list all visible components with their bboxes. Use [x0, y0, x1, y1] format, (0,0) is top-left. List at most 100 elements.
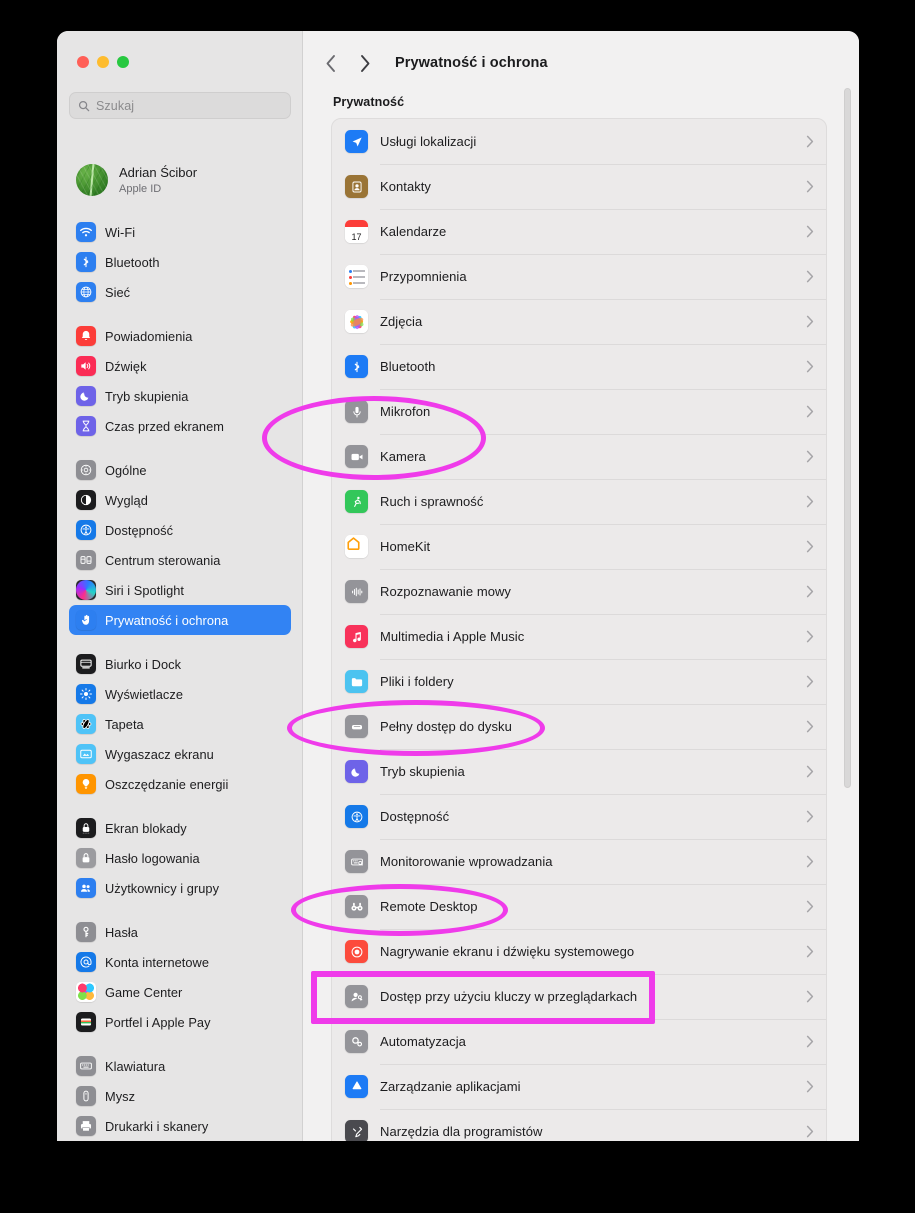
privacy-row[interactable]: Pełny dostęp do dysku [332, 704, 826, 749]
speaker-icon [76, 356, 96, 376]
sidebar-item-tryb-skupienia[interactable]: Tryb skupienia [69, 381, 291, 411]
lightbulb-icon [76, 774, 96, 794]
sidebar-item-game-center[interactable]: Game Center [69, 977, 291, 1007]
sidebar-item-bluetooth[interactable]: Bluetooth [69, 247, 291, 277]
privacy-row[interactable]: Przypomnienia [332, 254, 826, 299]
sidebar-item-hasło-logowania[interactable]: Hasło logowania [69, 843, 291, 873]
privacy-row[interactable]: Usługi lokalizacji [332, 119, 826, 164]
privacy-row[interactable]: Mikrofon [332, 389, 826, 434]
privacy-row[interactable]: Multimedia i Apple Music [332, 614, 826, 659]
sidebar-item-hasła[interactable]: Hasła [69, 917, 291, 947]
privacy-row-label: Dostęp przy użyciu kluczy w przeglądarka… [380, 989, 638, 1004]
privacy-row[interactable]: Tryb skupienia [332, 749, 826, 794]
sidebar-item-powiadomienia[interactable]: Powiadomienia [69, 321, 291, 351]
sidebar-item-biurko-i-dock[interactable]: Biurko i Dock [69, 649, 291, 679]
sidebar-group-separator [69, 307, 291, 321]
chevron-right-icon [806, 1125, 814, 1138]
privacy-row[interactable]: Dostępność [332, 794, 826, 839]
sidebar-item-prywatność-i-ochrona[interactable]: Prywatność i ochrona [69, 605, 291, 635]
automation-icon [345, 1030, 368, 1053]
privacy-row[interactable]: 17 Kalendarze [332, 209, 826, 254]
privacy-row-label: Pliki i foldery [380, 674, 454, 689]
privacy-row[interactable]: Pliki i foldery [332, 659, 826, 704]
sidebar-item-dźwięk[interactable]: Dźwięk [69, 351, 291, 381]
chevron-right-icon [806, 675, 814, 688]
privacy-row-label: Monitorowanie wprowadzania [380, 854, 553, 869]
moon-icon [345, 760, 368, 783]
privacy-row[interactable]: Ruch i sprawność [332, 479, 826, 524]
sidebar-nav-list: Wi-Fi Bluetooth Sieć Powiadomienia Dźwięk Try… [69, 217, 291, 1141]
zoom-button[interactable] [117, 56, 129, 68]
chevron-right-icon [806, 855, 814, 868]
privacy-row[interactable]: Kontakty [332, 164, 826, 209]
chevron-right-icon [806, 990, 814, 1003]
input-monitoring-icon [345, 850, 368, 873]
sidebar-item-label: Czas przed ekranem [105, 418, 224, 434]
sidebar-item-dostępność[interactable]: Dostępność [69, 515, 291, 545]
appearance-icon [76, 490, 96, 510]
sidebar-item-wi-fi[interactable]: Wi-Fi [69, 217, 291, 247]
privacy-row-label: Mikrofon [380, 404, 431, 419]
sidebar-item-wygląd[interactable]: Wygląd [69, 485, 291, 515]
homekit-icon [345, 535, 368, 558]
privacy-row[interactable]: Kamera [332, 434, 826, 479]
sidebar-item-oszczędzanie-energii[interactable]: Oszczędzanie energii [69, 769, 291, 799]
sidebar-item-tapeta[interactable]: Tapeta [69, 709, 291, 739]
globe-icon [76, 282, 96, 302]
sidebar-item-label: Wygaszacz ekranu [105, 746, 214, 762]
vertical-scrollbar[interactable] [844, 88, 851, 788]
sidebar-item-label: Klawiatura [105, 1058, 166, 1074]
mouse-icon [76, 1086, 96, 1106]
privacy-row[interactable]: Nagrywanie ekranu i dźwięku systemowego [332, 929, 826, 974]
chevron-right-icon[interactable] [355, 52, 375, 74]
chevron-left-icon[interactable] [321, 52, 341, 74]
privacy-row[interactable]: Rozpoznawanie mowy [332, 569, 826, 614]
sidebar-item-label: Mysz [105, 1088, 136, 1104]
privacy-row[interactable]: Narzędzia dla programistów [332, 1109, 826, 1141]
sidebar-item-mysz[interactable]: Mysz [69, 1081, 291, 1111]
privacy-row[interactable]: Automatyzacja [332, 1019, 826, 1064]
sidebar-item-label: Wyświetlacze [105, 686, 183, 702]
apple-id-account-row[interactable]: Adrian Ścibor Apple ID [69, 157, 291, 203]
privacy-row-label: Zdjęcia [380, 314, 423, 329]
bluetooth-icon [345, 355, 368, 378]
sidebar-item-drukarki-i-skanery[interactable]: Drukarki i skanery [69, 1111, 291, 1141]
privacy-row[interactable]: Monitorowanie wprowadzania [332, 839, 826, 884]
privacy-row[interactable]: Remote Desktop [332, 884, 826, 929]
privacy-row[interactable]: Dostęp przy użyciu kluczy w przeglądarka… [332, 974, 826, 1019]
sidebar-item-ekran-blokady[interactable]: Ekran blokady [69, 813, 291, 843]
gear-icon [76, 460, 96, 480]
sidebar-item-konta-internetowe[interactable]: Konta internetowe [69, 947, 291, 977]
section-title: Prywatność [333, 95, 405, 109]
sidebar-item-użytkownicy-i-grupy[interactable]: Użytkownicy i grupy [69, 873, 291, 903]
wallpaper-icon [76, 714, 96, 734]
sidebar-item-wygaszacz-ekranu[interactable]: Wygaszacz ekranu [69, 739, 291, 769]
sidebar-item-label: Hasła [105, 924, 138, 940]
hourglass-icon [76, 416, 96, 436]
chevron-right-icon [806, 225, 814, 238]
files-folders-icon [345, 670, 368, 693]
display-icon [76, 684, 96, 704]
sidebar-item-siri-i-spotlight[interactable]: Siri i Spotlight [69, 575, 291, 605]
sidebar-item-centrum-sterowania[interactable]: Centrum sterowania [69, 545, 291, 575]
privacy-row[interactable]: Zdjęcia [332, 299, 826, 344]
privacy-row[interactable]: HomeKit [332, 524, 826, 569]
sidebar-item-wyświetlacze[interactable]: Wyświetlacze [69, 679, 291, 709]
sidebar-item-label: Portfel i Apple Pay [105, 1014, 211, 1030]
sidebar-item-klawiatura[interactable]: Klawiatura [69, 1051, 291, 1081]
sidebar-item-ogólne[interactable]: Ogólne [69, 455, 291, 485]
privacy-row-label: Kamera [380, 449, 426, 464]
control-center-icon [76, 550, 96, 570]
close-button[interactable] [77, 56, 89, 68]
search-input[interactable]: Szukaj [69, 92, 291, 119]
minimize-button[interactable] [97, 56, 109, 68]
privacy-row[interactable]: Bluetooth [332, 344, 826, 389]
sidebar-item-portfel-i-apple-pay[interactable]: Portfel i Apple Pay [69, 1007, 291, 1037]
chevron-right-icon [806, 405, 814, 418]
chevron-right-icon [806, 270, 814, 283]
privacy-row[interactable]: Zarządzanie aplikacjami [332, 1064, 826, 1109]
sidebar-item-sieć[interactable]: Sieć [69, 277, 291, 307]
sidebar-item-label: Game Center [105, 984, 183, 1000]
sidebar-item-czas-przed-ekranem[interactable]: Czas przed ekranem [69, 411, 291, 441]
printer-icon [76, 1116, 96, 1136]
